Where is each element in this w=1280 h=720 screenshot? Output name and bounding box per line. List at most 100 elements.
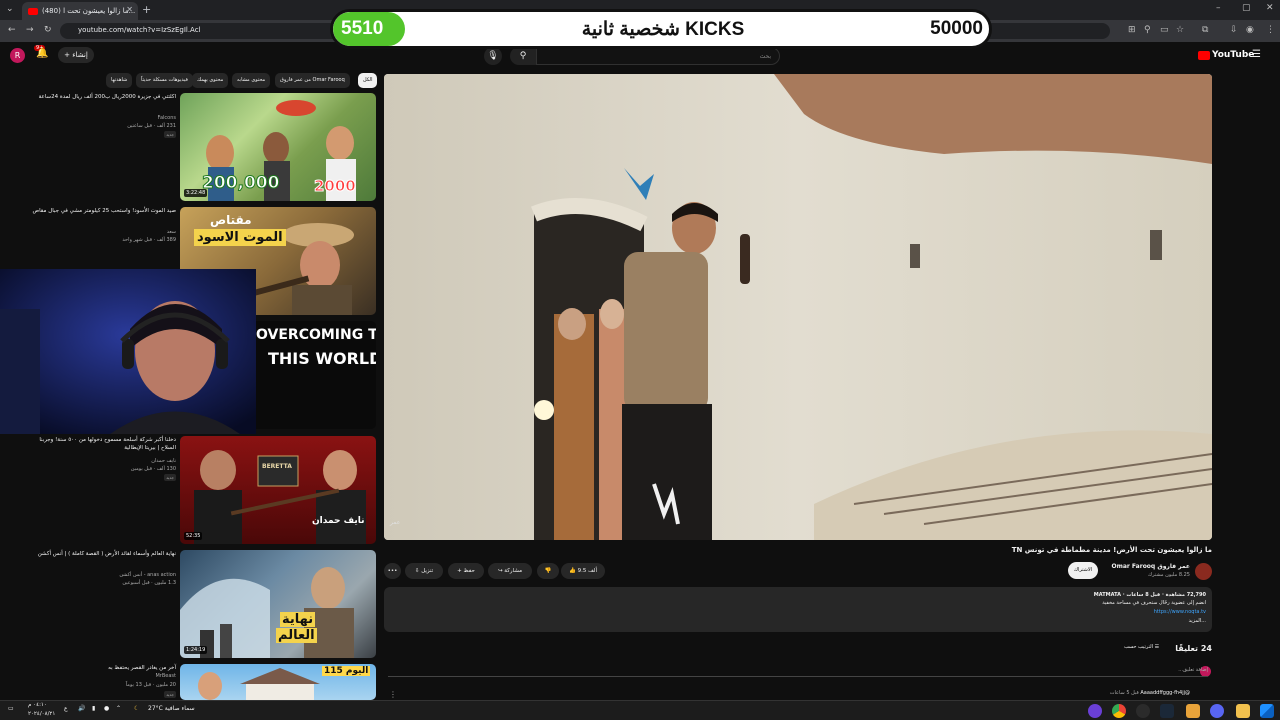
new-tab-icon[interactable]: + [142, 3, 151, 16]
network-icon[interactable]: ▮ [92, 705, 95, 712]
cast-icon[interactable]: ▭ [1160, 25, 1169, 35]
app-icon[interactable] [1088, 704, 1102, 718]
dislike-icon[interactable]: 👎 [537, 563, 559, 579]
webcam-overlay [0, 269, 256, 434]
mic-tray-icon[interactable]: ● [104, 705, 109, 712]
sort-icon: ☰ [1154, 644, 1160, 650]
related-video-title[interactable]: دخلنا أكبر شركة أسلحة مسموح دخولها من ٥٠… [26, 436, 176, 452]
thumbnail-text: THIS WORLD [268, 349, 376, 368]
video-thumbnail[interactable]: اليوم 115 [180, 664, 376, 700]
save-icon: + [457, 568, 462, 574]
related-video-item[interactable]: 200,000 2000 3:22:48 اكلتتي في جزيرة 200… [0, 93, 376, 201]
related-video-title[interactable]: صيد الموت الأسود! واستحب 25 كيلومتر مشي … [26, 207, 176, 215]
start-icon[interactable] [1260, 704, 1274, 718]
related-video-item[interactable]: BERETTA نايف حمدان 52:35 دخلنا أكبر شركة… [0, 436, 376, 544]
related-video-title[interactable]: نهاية العالم وأسماء لقائد الأرض ( القصة … [26, 550, 176, 558]
thumbnail-text: الموت الاسود [194, 229, 286, 246]
browser-menu-icon[interactable]: ⋮ [1266, 25, 1275, 35]
discord-icon[interactable] [1210, 704, 1224, 718]
steam-icon[interactable] [1160, 704, 1174, 718]
video-thumbnail[interactable]: 200,000 2000 3:22:48 [180, 93, 376, 201]
description-more[interactable]: ...المزيد [806, 618, 1206, 624]
save-button[interactable]: + حفظ [448, 563, 484, 579]
related-video-title[interactable]: آخر من يغادر القصر يحتفظ به [26, 664, 176, 672]
minimize-icon[interactable]: – [1216, 3, 1221, 13]
channel-avatar[interactable] [1195, 563, 1212, 580]
related-video-channel[interactable]: anas action - أنس أكشن [26, 572, 176, 578]
notification-center-icon[interactable]: ▭ [8, 705, 14, 712]
extensions-icon[interactable]: ⧉ [1202, 25, 1208, 35]
related-video-item[interactable]: نهاية العالم 1:24:19 نهاية العالم وأسماء… [0, 550, 376, 658]
chip-all[interactable]: الكل [358, 73, 378, 88]
file-explorer-icon[interactable] [1236, 704, 1250, 718]
video-title: ما زالوا يعيشون تحت الأرض! مدينة مطماطة … [1011, 546, 1212, 554]
chrome-icon[interactable] [1112, 704, 1126, 718]
notification-bell-icon[interactable]: 🔔 [36, 48, 48, 59]
description-text: انضم إلى عضوية رحّال ستحرف في مساحة مخفي… [1102, 600, 1206, 606]
youtube-logo[interactable]: YouTube [1198, 50, 1254, 60]
sort-button[interactable]: الترتيب حسب ☰ [1124, 644, 1159, 650]
maximize-icon[interactable]: ▢ [1242, 3, 1251, 13]
search-input[interactable]: بحث [536, 47, 780, 65]
video-player[interactable]: عمر [384, 74, 1212, 540]
guide-menu-icon[interactable]: ☰ [1252, 49, 1261, 60]
like-icon[interactable]: 👍 [569, 568, 576, 574]
like-dislike-button[interactable]: 👍 9.5 ألف [561, 563, 605, 579]
related-video-title[interactable]: اكلتتي في جزيرة 2000ريال ب200 ألف ريال ل… [26, 93, 176, 101]
window-close-icon[interactable]: ✕ [1266, 3, 1274, 13]
subgoal-banner: 5510 KICKS شخصية ثانية 50000 [330, 9, 992, 49]
profile-icon[interactable]: ◉ [1246, 25, 1254, 35]
tab-close-icon[interactable]: ✕ [126, 5, 133, 14]
video-thumbnail[interactable]: نهاية العالم 1:24:19 [180, 550, 376, 658]
weather-text[interactable]: 27°C سماء صافية [148, 705, 195, 712]
share-button[interactable]: ↪ مشاركة [488, 563, 532, 579]
create-button[interactable]: + إنشاء [58, 47, 94, 63]
clock-date[interactable]: ٢٠٢٤/٠٨/٢١ [28, 711, 55, 717]
chip-watched[interactable]: شاهدتها [106, 73, 133, 88]
description-stats: 72,790 مشاهدة · قبل 8 ساعات · MATMATA [1093, 592, 1206, 598]
like-count: 9.5 ألف [577, 568, 597, 574]
tray-overflow-icon[interactable]: ⌃ [116, 705, 121, 712]
add-comment-input[interactable]: إضافة تعليق... [388, 667, 1208, 677]
chip-similar[interactable]: محتوى مشابه [232, 73, 271, 88]
chip-from-channel[interactable]: من عمر فاروق Omar Farooq [275, 73, 350, 88]
chip-recently-uploaded[interactable]: فيديوهات مسكلة حديثاً [136, 73, 193, 88]
related-video-channel[interactable]: سعد [26, 229, 176, 235]
browser-tab[interactable]: (480) ما زالوا يعيشون تحت ا... ✕ [22, 2, 138, 20]
more-options-icon[interactable]: ⋮ [389, 690, 397, 699]
related-video-channel[interactable]: MrBeast [26, 673, 176, 679]
description-link[interactable]: https://www.noqta.tv [806, 609, 1206, 615]
tab-title: (480) ما زالوا يعيشون تحت ا... [42, 7, 136, 15]
thumbnail-text: 2000 [314, 177, 357, 196]
related-video-meta: 130 ألف · قبل يومين [130, 466, 176, 472]
description-box[interactable]: 72,790 مشاهدة · قبل 8 ساعات · MATMATA ان… [384, 587, 1212, 632]
forward-icon[interactable]: → [26, 25, 34, 35]
language-indicator[interactable]: ع [64, 705, 68, 712]
search-icon[interactable]: ⚲ [510, 47, 536, 65]
thumbnail-text: 200,000 [201, 173, 280, 194]
thumbnail-text: OVERCOMING THE [256, 327, 376, 343]
voice-search-icon[interactable]: 🎙 [484, 47, 502, 65]
comment-author[interactable]: @Aaaaddffggg-fh4jj [1140, 690, 1190, 696]
thumbnail-text: BERETTA [262, 463, 292, 470]
reload-icon[interactable]: ↻ [44, 25, 52, 35]
download-icon[interactable]: ⇩ [1230, 25, 1238, 35]
download-button[interactable]: ⇩ تنزيل [405, 563, 443, 579]
bookmark-icon[interactable]: ☆ [1176, 25, 1184, 35]
app-icon[interactable] [1186, 704, 1200, 718]
tab-list-icon[interactable]: ⌄ [6, 4, 14, 14]
volume-icon[interactable]: 🔊 [78, 705, 85, 712]
subscribe-button[interactable]: الاشتراك [1068, 562, 1098, 579]
clock-time[interactable]: ٠٤:١٠ م [28, 702, 47, 708]
related-video-channel[interactable]: Falcons [26, 115, 176, 121]
account-avatar[interactable]: R [10, 48, 25, 63]
zoom-icon[interactable]: ⚲ [1144, 25, 1151, 35]
more-actions-icon[interactable]: ••• [384, 563, 401, 579]
back-icon[interactable]: ← [8, 25, 16, 35]
translate-icon[interactable]: ⊞ [1128, 25, 1136, 35]
related-video-item[interactable]: اليوم 115 آخر من يغادر القصر يحتفظ به Mr… [0, 664, 376, 700]
related-video-channel[interactable]: نايف حمدان [26, 458, 176, 464]
obs-icon[interactable] [1136, 704, 1150, 718]
video-thumbnail[interactable]: BERETTA نايف حمدان 52:35 [180, 436, 376, 544]
chip-for-you[interactable]: محتوى يهمك [192, 73, 229, 88]
